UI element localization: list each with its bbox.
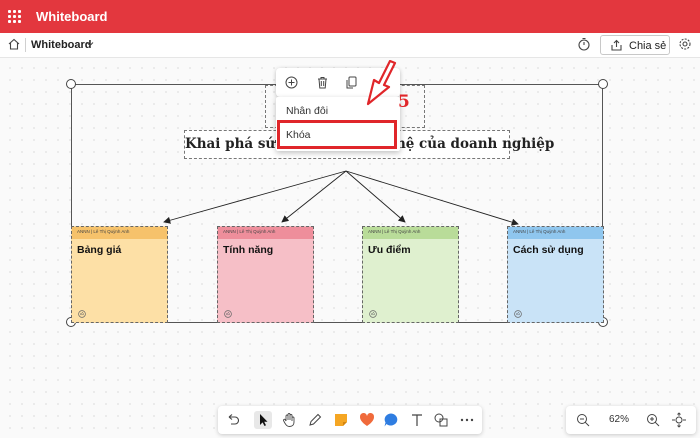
copy-icon[interactable] — [344, 75, 359, 90]
note-author: ANNN | Lê Thị Quỳnh Anh — [223, 229, 276, 234]
pan-icon[interactable] — [280, 411, 298, 429]
zoom-out-icon[interactable] — [574, 411, 592, 429]
like-icon[interactable] — [369, 310, 377, 318]
like-icon[interactable] — [78, 310, 86, 318]
zoom-in-icon[interactable] — [644, 411, 662, 429]
undo-icon[interactable] — [224, 411, 242, 429]
sticky-note-icon[interactable] — [332, 411, 350, 429]
menu-item-duplicate[interactable]: Nhân đôi — [286, 105, 328, 117]
bottom-toolbar — [218, 406, 482, 434]
note-title: Ưu điểm — [368, 244, 411, 256]
arrow-to-note-2 — [281, 170, 347, 223]
note-title: Cách sử dụng — [513, 244, 584, 256]
note-title: Tính năng — [223, 244, 274, 256]
highlight-box — [277, 120, 397, 149]
select-tool[interactable] — [254, 411, 272, 429]
pointer-arrow-icon — [366, 60, 397, 106]
connector-arrows — [163, 170, 519, 226]
zoom-level: 62% — [609, 414, 630, 425]
pen-icon[interactable] — [306, 411, 324, 429]
add-icon[interactable] — [284, 75, 299, 90]
sticky-note[interactable]: ANNN | Lê Thị Quỳnh Anh Cách sử dụng — [507, 226, 604, 323]
zoom-controls: 62% — [566, 406, 696, 434]
arrow-to-note-3 — [345, 170, 406, 223]
shapes-icon[interactable] — [432, 411, 450, 429]
more-icon[interactable] — [458, 411, 476, 429]
arrow-to-note-4 — [345, 170, 519, 226]
delete-icon[interactable] — [315, 75, 330, 90]
note-author: ANNN | Lê Thị Quỳnh Anh — [513, 229, 566, 234]
note-author: ANNN | Lê Thị Quỳnh Anh — [77, 229, 130, 234]
note-title: Bảng giá — [77, 244, 122, 256]
note-author: ANNN | Lê Thị Quỳnh Anh — [368, 229, 421, 234]
text-icon[interactable] — [408, 411, 426, 429]
sticky-note[interactable]: ANNN | Lê Thị Quỳnh Anh Ưu điểm — [362, 226, 459, 323]
sticky-note[interactable]: ANNN | Lê Thị Quỳnh Anh Bảng giá — [71, 226, 168, 323]
select-icon — [260, 414, 268, 426]
like-icon[interactable] — [514, 310, 522, 318]
arrow-to-note-1 — [163, 170, 347, 224]
sticky-note[interactable]: ANNN | Lê Thị Quỳnh Anh Tính năng — [217, 226, 314, 323]
like-icon[interactable] — [224, 310, 232, 318]
comment-icon[interactable] — [382, 411, 400, 429]
fit-to-screen-icon[interactable] — [670, 411, 688, 429]
reaction-icon[interactable] — [358, 411, 376, 429]
